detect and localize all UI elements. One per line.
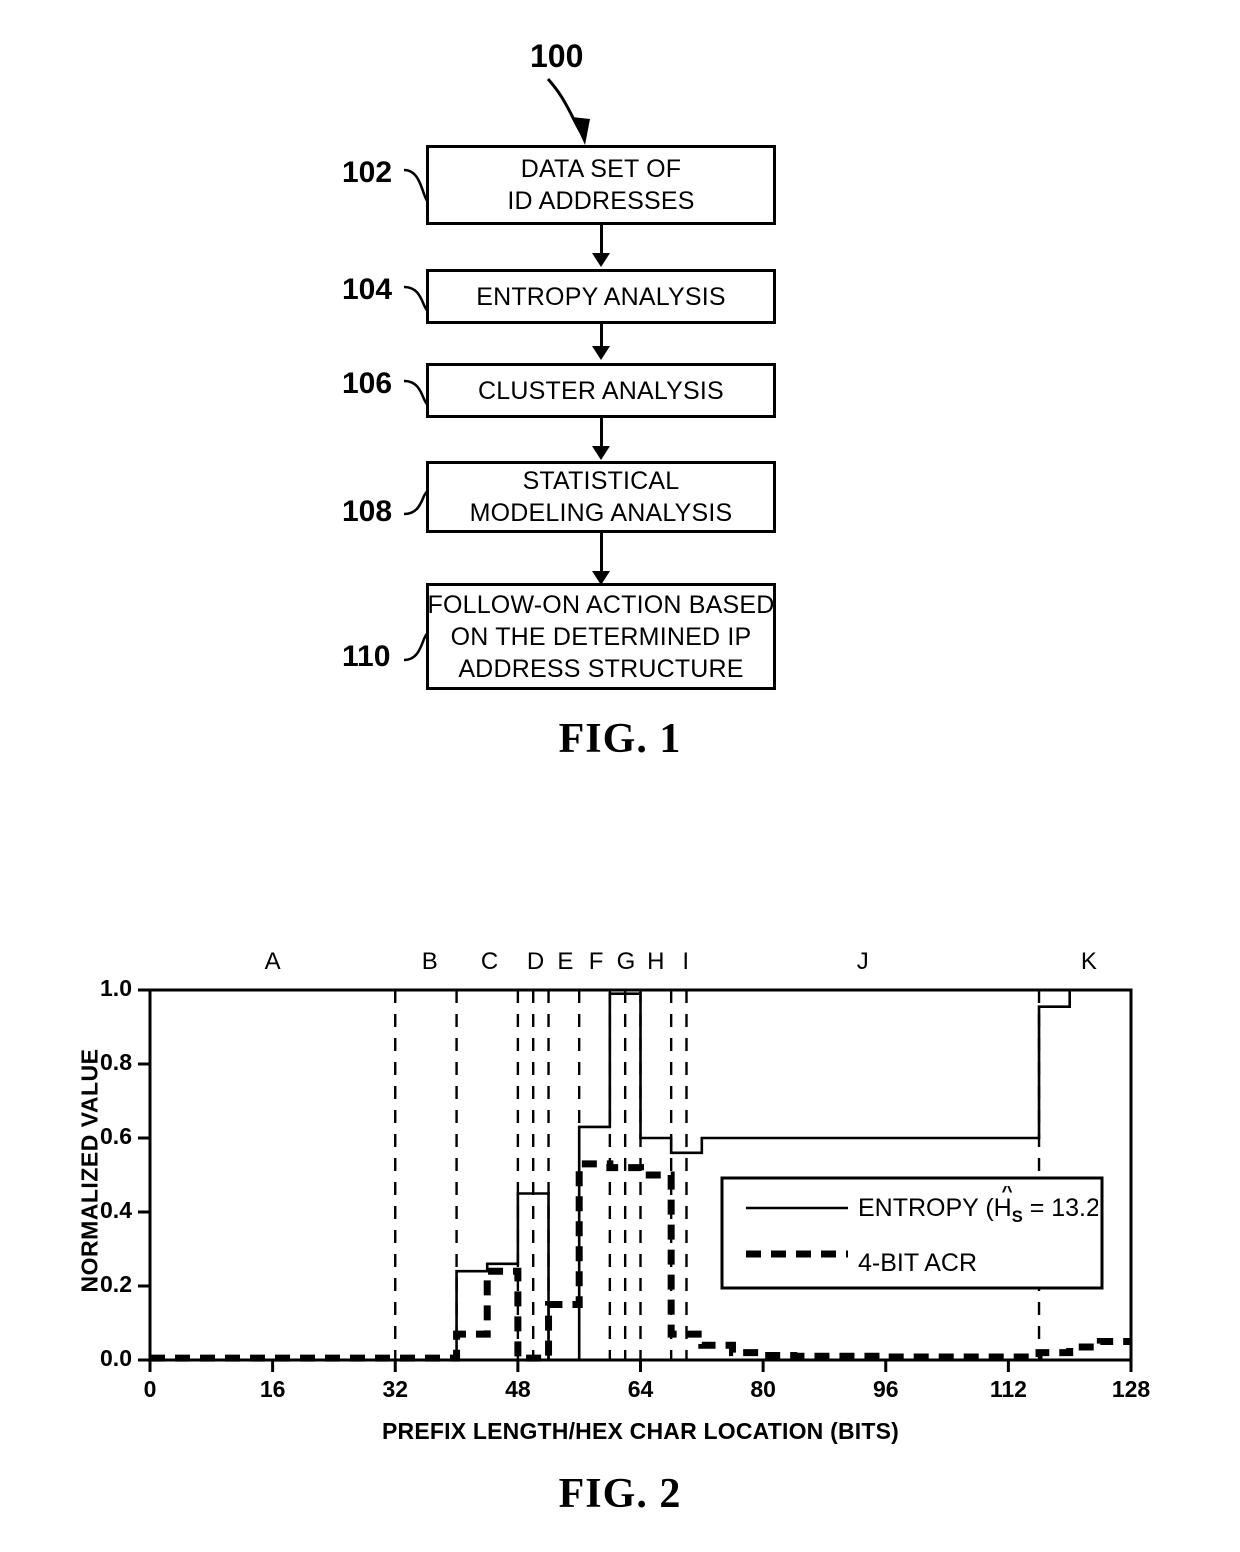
figure-2: NORMALIZED VALUE ENTROPY (^HS = 13.2) 4-B… — [0, 880, 1240, 1552]
chart-plot: NORMALIZED VALUE ENTROPY (^HS = 13.2) 4-B… — [0, 880, 1240, 1444]
connector-108-110 — [600, 533, 603, 571]
x-tick-label: 96 — [872, 1376, 899, 1402]
connector-104-106 — [600, 324, 603, 346]
x-tick-label: 128 — [1111, 1376, 1151, 1402]
diagram-number-pointer-arrow — [546, 78, 590, 145]
connector-102-104 — [600, 225, 603, 253]
flow-box-104[interactable]: ENTROPY ANALYSIS — [426, 269, 776, 324]
legend-label-entropy: ENTROPY (^HS = 13.2) — [858, 1186, 1098, 1226]
flow-box-102-line-1: DATA SET OF — [520, 155, 682, 183]
region-label-j: J — [856, 948, 869, 975]
x-tick-label: 32 — [382, 1376, 409, 1402]
flow-box-108-line-1: STATISTICAL — [522, 467, 680, 495]
flow-box-104-line-1: ENTROPY ANALYSIS — [476, 282, 726, 311]
flow-box-106[interactable]: CLUSTER ANALYSIS — [426, 363, 776, 418]
region-label-c: C — [480, 948, 499, 975]
region-label-a: A — [264, 948, 281, 975]
ref-number-104: 104 — [342, 273, 393, 306]
figure-1-caption: FIG. 1 — [558, 716, 682, 762]
y-tick-label: 0.4 — [100, 1197, 132, 1223]
flow-box-110[interactable]: FOLLOW-ON ACTION BASED ON THE DETERMINED… — [426, 583, 776, 690]
flow-box-110-line-3: ADDRESS STRUCTURE — [458, 654, 744, 683]
figure-2-caption: FIG. 2 — [558, 1471, 682, 1517]
x-tick-label: 64 — [627, 1376, 654, 1402]
flow-box-102-line-2: ID ADDRESSES — [507, 187, 695, 215]
flow-box-108[interactable]: STATISTICAL MODELING ANALYSIS — [426, 461, 776, 533]
flow-box-110-line-1: FOLLOW-ON ACTION BASED — [427, 590, 775, 619]
x-tick-label: 80 — [750, 1376, 776, 1402]
connector-104-106-arrowhead — [592, 346, 610, 360]
y-axis-title: NORMALIZED VALUE — [76, 1048, 103, 1293]
region-label-b: B — [421, 948, 438, 975]
flow-box-106-line-1: CLUSTER ANALYSIS — [478, 376, 724, 405]
x-axis-title: PREFIX LENGTH/HEX CHAR LOCATION (BITS) — [381, 1418, 899, 1444]
flow-box-102[interactable]: DATA SET OF ID ADDRESSES — [426, 145, 776, 225]
y-tick-label: 1.0 — [100, 975, 132, 1001]
ref-number-110: 110 — [342, 640, 391, 673]
y-tick-label: 0.2 — [100, 1271, 132, 1297]
connector-106-108 — [600, 418, 603, 446]
region-label-i: I — [682, 948, 690, 975]
flow-box-108-line-2: MODELING ANALYSIS — [469, 499, 733, 527]
y-tick-label: 0.8 — [100, 1049, 132, 1075]
flow-box-110-line-2: ON THE DETERMINED IP — [450, 622, 752, 651]
ref-number-106: 106 — [342, 367, 393, 400]
region-label-k: K — [1080, 948, 1097, 975]
x-tick-label: 16 — [259, 1376, 286, 1402]
diagram-number-100: 100 — [530, 38, 584, 74]
ref-number-108: 108 — [342, 495, 393, 528]
connector-106-108-arrowhead — [592, 446, 610, 460]
ref-number-102: 102 — [342, 156, 393, 189]
x-tick-label: 0 — [143, 1376, 157, 1402]
connector-102-104-arrowhead — [592, 253, 610, 267]
x-tick-label: 112 — [989, 1376, 1027, 1402]
figure-1: 100 102 DATA SET OF ID ADDRESSES 104 ENT… — [0, 0, 1240, 800]
y-tick-label: 0.6 — [100, 1123, 132, 1149]
legend-label-acr: 4-BIT ACR — [858, 1249, 978, 1277]
x-tick-label: 48 — [505, 1376, 531, 1402]
y-tick-label: 0.0 — [100, 1345, 132, 1371]
